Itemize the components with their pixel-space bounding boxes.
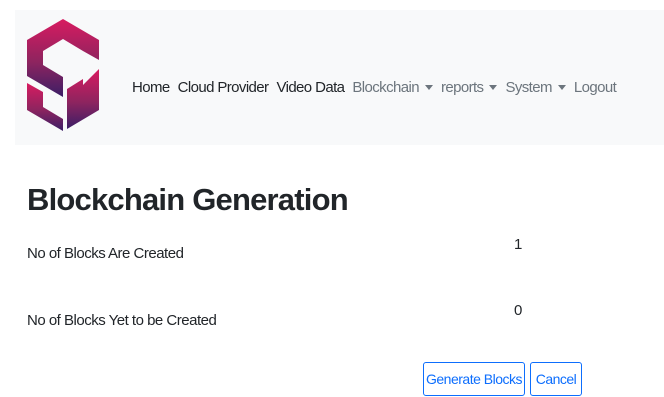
nav-logout[interactable]: Logout xyxy=(573,78,617,96)
navbar: Home Cloud Provider Video Data Blockchai… xyxy=(15,10,664,145)
nav-video-data[interactable]: Video Data xyxy=(276,78,345,96)
nav-reports-dropdown[interactable]: reports xyxy=(441,79,498,96)
nav-system-dropdown[interactable]: System xyxy=(505,78,566,96)
nav-home[interactable]: Home xyxy=(132,79,170,96)
nav-cloud-provider[interactable]: Cloud Provider xyxy=(178,79,269,96)
nav-home-label: Home xyxy=(132,78,170,96)
nav-blockchain-dropdown[interactable]: Blockchain xyxy=(352,79,433,96)
generate-blocks-button[interactable]: Generate Blocks xyxy=(423,362,525,396)
nav-video-data-label: Video Data xyxy=(276,78,345,96)
nav-menu: Home Cloud Provider Video Data Blockchai… xyxy=(132,76,624,98)
blocks-pending-value: 0 xyxy=(514,302,523,319)
caret-down-icon xyxy=(489,84,498,90)
blocks-created-label: No of Blocks Are Created xyxy=(27,245,184,262)
nav-system-label: System xyxy=(505,78,552,96)
cancel-button[interactable]: Cancel xyxy=(530,362,582,396)
page-title: Blockchain Generation xyxy=(27,182,349,217)
blocks-created-value: 1 xyxy=(514,236,523,253)
generate-blocks-label: Generate Blocks xyxy=(426,371,523,387)
caret-down-icon xyxy=(557,84,566,90)
blocks-pending-label: No of Blocks Yet to be Created xyxy=(27,312,217,329)
brand-logo-icon[interactable] xyxy=(27,19,99,131)
nav-cloud-provider-label: Cloud Provider xyxy=(177,78,269,96)
cancel-label: Cancel xyxy=(535,371,577,387)
caret-down-icon xyxy=(424,84,433,90)
nav-blockchain-label: Blockchain xyxy=(352,78,419,96)
nav-reports-label: reports xyxy=(440,78,484,96)
nav-logout-label: Logout xyxy=(573,78,617,96)
